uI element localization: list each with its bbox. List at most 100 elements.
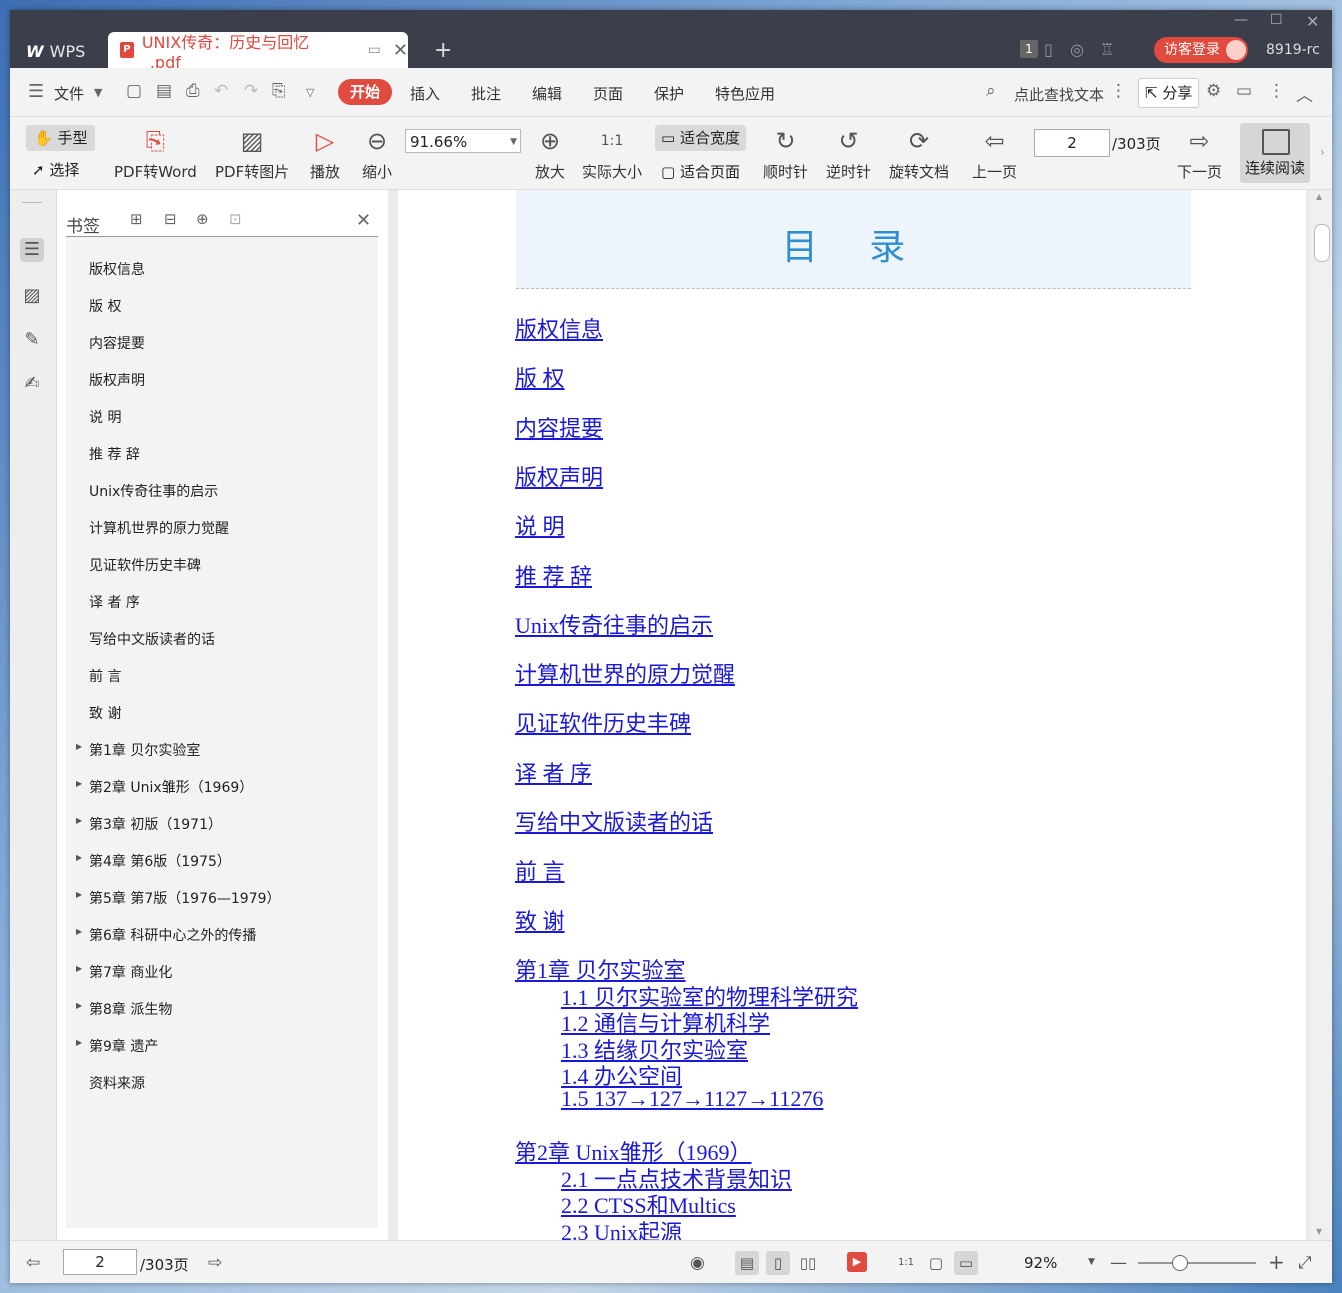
panel-toggle-icon[interactable]: ▯ xyxy=(1044,40,1053,59)
chevron-down-icon[interactable]: ▼ xyxy=(94,86,102,99)
actual-size-button[interactable]: 1:1 实际大小 xyxy=(582,125,642,182)
status-page-input[interactable]: 2 xyxy=(63,1249,137,1275)
continuous-reading-button[interactable]: 连续阅读 xyxy=(1240,123,1310,183)
fit-width-button[interactable]: ▭ 适合宽度 xyxy=(655,125,746,151)
new-tab-button[interactable]: + xyxy=(434,38,452,63)
zoom-out-button[interactable]: ⊖ 缩小 xyxy=(362,125,392,182)
fit-page-icon[interactable]: ▢ xyxy=(924,1251,948,1275)
eye-protection-icon[interactable]: ◉ xyxy=(690,1253,705,1273)
single-page-icon[interactable]: ▯ xyxy=(766,1251,790,1275)
bookmark-item[interactable]: 内容提要 xyxy=(66,324,378,361)
open-folder-icon[interactable]: ▢ xyxy=(126,81,142,101)
minimize-icon[interactable]: — xyxy=(1234,12,1248,28)
tab-page[interactable]: 页面 xyxy=(593,83,623,104)
bookmark-item[interactable]: ▶ 第2章 Unix雏形（1969） xyxy=(66,768,378,805)
scroll-down-icon[interactable]: ▼ xyxy=(1316,1227,1322,1236)
bookmark-item[interactable]: ▶ 第8章 派生物 xyxy=(66,990,378,1027)
zoom-slider-knob[interactable] xyxy=(1172,1255,1188,1271)
gear-icon[interactable]: ⚙ xyxy=(1206,81,1221,101)
toc-link[interactable]: 致 谢 xyxy=(515,904,565,936)
expand-arrow-icon[interactable]: ▶ xyxy=(76,964,82,973)
rotate-document-button[interactable]: ⟳ 旋转文档 xyxy=(889,125,949,182)
bookmark-item[interactable]: 译 者 序 xyxy=(66,583,378,620)
toc-link[interactable]: 2.3 Unix起源 xyxy=(561,1215,682,1240)
status-zoom-value[interactable]: 92% xyxy=(1024,1254,1057,1272)
thumbnail-icon[interactable]: ▨ xyxy=(20,284,44,308)
skin-shirt-icon[interactable]: ♖ xyxy=(1100,40,1114,59)
expand-arrow-icon[interactable]: ▶ xyxy=(76,1038,82,1047)
expand-arrow-icon[interactable]: ▶ xyxy=(76,779,82,788)
bookmark-item[interactable]: 说 明 xyxy=(66,398,378,435)
tab-start[interactable]: 开始 xyxy=(338,79,393,105)
play-button[interactable]: ▷ 播放 xyxy=(310,125,340,182)
toc-link[interactable]: 版 权 xyxy=(515,361,565,393)
toc-link[interactable]: 计算机世界的原力觉醒 xyxy=(515,657,735,689)
toc-link[interactable]: 见证软件历史丰碑 xyxy=(515,706,691,738)
comment-icon[interactable]: ▭ xyxy=(1236,81,1252,101)
tab-insert[interactable]: 插入 xyxy=(410,83,440,104)
print-icon[interactable]: ⎙ xyxy=(186,81,200,101)
wps-home-tab[interactable]: W WPS xyxy=(14,34,102,68)
redo-icon[interactable]: ↷ xyxy=(244,81,258,101)
expand-arrow-icon[interactable]: ▶ xyxy=(76,853,82,862)
play-slideshow-icon[interactable]: ▶ xyxy=(847,1252,867,1272)
add-bookmark-icon[interactable]: ⊕ xyxy=(196,210,209,228)
save-icon[interactable]: ▤ xyxy=(156,81,172,101)
toc-link[interactable]: 写给中文版读者的话 xyxy=(515,805,713,837)
close-tab-icon[interactable]: ✕ xyxy=(393,40,408,61)
rotate-counterclockwise-button[interactable]: ↺ 逆时针 xyxy=(826,125,871,182)
expand-arrow-icon[interactable]: ▶ xyxy=(76,816,82,825)
bookmark-item[interactable]: 资料来源 xyxy=(66,1064,378,1101)
pdf-to-image-button[interactable]: ▨ PDF转图片 xyxy=(215,125,289,182)
toc-link[interactable]: 版权信息 xyxy=(515,312,603,344)
undo-icon[interactable]: ↶ xyxy=(214,81,228,101)
collapse-all-icon[interactable]: ⊟ xyxy=(164,210,177,228)
scrollbar-thumb[interactable] xyxy=(1314,224,1330,262)
double-page-icon[interactable]: ▯▯ xyxy=(796,1251,820,1275)
fit-width-icon[interactable]: ▭ xyxy=(954,1251,978,1275)
toc-link[interactable]: 内容提要 xyxy=(515,411,603,443)
expand-arrow-icon[interactable]: ▶ xyxy=(76,890,82,899)
pin-screen-icon[interactable]: ▭ xyxy=(368,42,381,58)
bookmark-item[interactable]: ▶ 第4章 第6版（1975） xyxy=(66,842,378,879)
hamburger-menu-icon[interactable]: ☰ xyxy=(28,81,44,102)
toc-link[interactable]: 说 明 xyxy=(515,509,565,541)
bookmark-item[interactable]: 前 言 xyxy=(66,657,378,694)
cloud-sync-icon[interactable]: ◎ xyxy=(1070,40,1084,59)
toc-link[interactable]: 前 言 xyxy=(515,854,565,886)
page-number-input[interactable]: 2 xyxy=(1034,129,1110,157)
bookmark-item[interactable]: 写给中文版读者的话 xyxy=(66,620,378,657)
pdf-to-word-button[interactable]: ⎘ PDF转Word xyxy=(114,125,197,182)
scroll-up-icon[interactable]: ▲ xyxy=(1316,192,1322,201)
expand-arrow-icon[interactable]: ▶ xyxy=(76,1001,82,1010)
bookmark-item[interactable]: ▶ 第3章 初版（1971） xyxy=(66,805,378,842)
toc-link[interactable]: 1.5 137→127→1127→11276 xyxy=(561,1086,823,1112)
rotate-clockwise-button[interactable]: ↻ 顺时针 xyxy=(763,125,808,182)
more-options-icon[interactable]: ⋮ xyxy=(1268,81,1285,101)
collapse-ribbon-icon[interactable]: ︿ xyxy=(1296,81,1313,106)
export-icon[interactable]: ⎘ xyxy=(272,81,286,101)
search-more-icon[interactable]: ⋮ xyxy=(1110,81,1127,101)
maximize-icon[interactable]: ☐ xyxy=(1270,12,1283,28)
bookmark-item[interactable]: 版权信息 xyxy=(66,250,378,287)
hand-tool-button[interactable]: ✋ 手型 xyxy=(26,125,96,151)
actual-size-icon[interactable]: 1:1 xyxy=(894,1251,918,1275)
tab-annotate[interactable]: 批注 xyxy=(471,83,501,104)
expand-all-icon[interactable]: ⊞ xyxy=(130,210,143,228)
signature-icon[interactable]: ✍ xyxy=(20,372,44,396)
single-page-continuous-icon[interactable]: ▤ xyxy=(735,1251,759,1275)
bookmark-item[interactable]: 计算机世界的原力觉醒 xyxy=(66,509,378,546)
close-window-icon[interactable]: ✕ xyxy=(1306,12,1319,31)
file-menu[interactable]: 文件 xyxy=(54,83,84,104)
tab-special-apps[interactable]: 特色应用 xyxy=(715,83,775,104)
zoom-in-icon[interactable]: + xyxy=(1268,1250,1285,1274)
bookmark-item[interactable]: ▶ 第7章 商业化 xyxy=(66,953,378,990)
select-tool-button[interactable]: ➚ 选择 xyxy=(32,159,79,180)
bookmark-item[interactable]: ▶ 第5章 第7版（1976—1979） xyxy=(66,879,378,916)
search-icon[interactable]: ⌕ xyxy=(986,81,996,101)
bookmark-item[interactable]: ▶ 第1章 贝尔实验室 xyxy=(66,731,378,768)
expand-arrow-icon[interactable]: ▶ xyxy=(76,742,82,751)
next-page-button[interactable]: ⇨ 下一页 xyxy=(1177,125,1222,182)
chevron-down-icon[interactable]: ▼ xyxy=(1088,1257,1095,1267)
vertical-scrollbar[interactable]: ▲ ▼ xyxy=(1310,190,1332,1240)
